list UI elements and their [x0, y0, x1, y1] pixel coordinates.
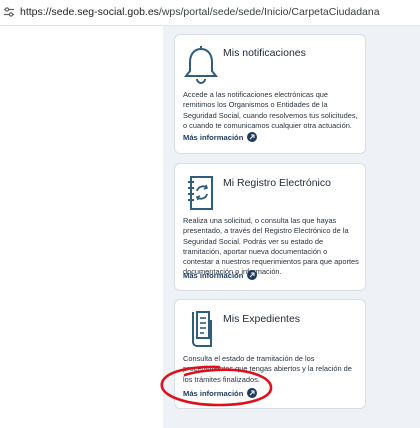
card-description: Accede a las notificaciones electrónicas…: [183, 90, 358, 130]
card-description: Realiza una solicitud, o consulta las qu…: [183, 216, 359, 277]
card-registro-electronico: Mi Registro Electrónico Realiza una soli…: [174, 163, 366, 291]
bell-icon: [183, 46, 219, 84]
url-domain: https://sede.seg-social.gob.es: [20, 6, 159, 18]
registry-notebook-icon: [188, 176, 213, 210]
card-notificaciones: Mis notificaciones Accede a las notifica…: [174, 34, 366, 154]
card-expedientes: Mis Expedientes Consulta el estado de tr…: [174, 299, 366, 409]
mas-informacion-link[interactable]: Más información: [183, 132, 258, 142]
card-title: Mis notificaciones: [223, 47, 306, 59]
link-label: Más información: [183, 270, 244, 280]
browser-address-bar[interactable]: https://sede.seg-social.gob.es/wps/porta…: [0, 0, 420, 26]
link-label: Más información: [183, 388, 244, 398]
mas-informacion-link[interactable]: Más información: [183, 388, 258, 398]
url-text[interactable]: https://sede.seg-social.gob.es/wps/porta…: [20, 6, 380, 18]
files-folder-icon: [192, 311, 212, 347]
card-description: Consulta el estado de tramitación de los…: [183, 354, 352, 384]
link-label: Más información: [183, 132, 244, 142]
arrow-circle-icon: [247, 270, 258, 280]
arrow-circle-icon: [247, 132, 258, 142]
url-path: /wps/portal/sede/sede/Inicio/CarpetaCiud…: [158, 6, 380, 18]
card-title: Mi Registro Electrónico: [223, 177, 331, 189]
arrow-circle-icon: [247, 388, 258, 398]
mas-informacion-link[interactable]: Más información: [183, 270, 258, 280]
site-settings-icon[interactable]: [3, 6, 15, 18]
card-title: Mis Expedientes: [223, 313, 301, 325]
